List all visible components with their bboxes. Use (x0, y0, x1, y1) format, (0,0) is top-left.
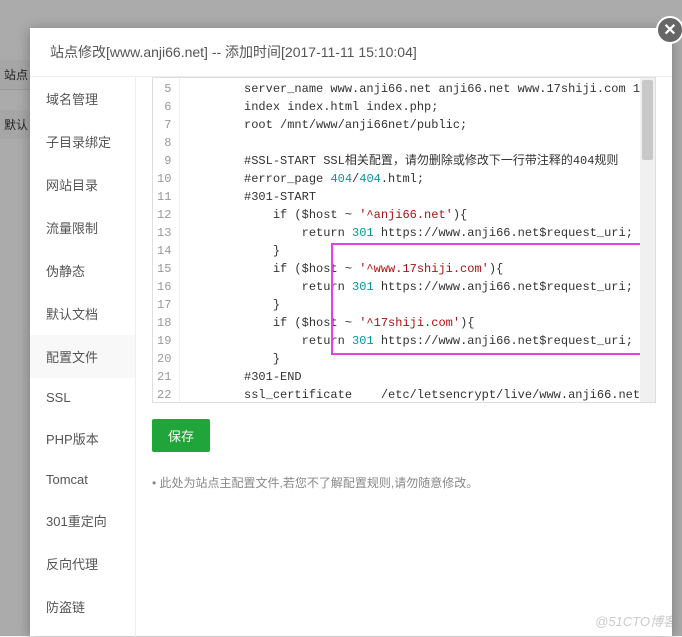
code-line[interactable]: } (186, 296, 656, 314)
config-editor[interactable]: 5678910111213141516171819202122 server_n… (152, 77, 656, 403)
sidebar-item-5[interactable]: 默认文档 (30, 292, 135, 335)
line-number: 12 (157, 206, 171, 224)
editor-scrollbar[interactable] (640, 78, 655, 402)
sidebar-item-1[interactable]: 子目录绑定 (30, 120, 135, 163)
sidebar: 域名管理子目录绑定网站目录流量限制伪静态默认文档配置文件SSLPHP版本Tomc… (30, 77, 136, 637)
close-icon: ✕ (663, 20, 676, 40)
scrollbar-thumb[interactable] (642, 80, 653, 160)
code-line[interactable]: return 301 https://www.anji66.net$reques… (186, 224, 656, 242)
code-line[interactable]: ssl_certificate /etc/letsencrypt/live/ww… (186, 386, 656, 403)
line-number: 11 (157, 188, 171, 206)
sidebar-item-8[interactable]: PHP版本 (30, 417, 135, 460)
line-number: 6 (157, 98, 171, 116)
line-number: 18 (157, 314, 171, 332)
code-line[interactable]: if ($host ~ '^17shiji.com'){ (186, 314, 656, 332)
line-number: 20 (157, 350, 171, 368)
line-number: 9 (157, 152, 171, 170)
modal-body: 域名管理子目录绑定网站目录流量限制伪静态默认文档配置文件SSLPHP版本Tomc… (30, 77, 672, 637)
code-line[interactable]: if ($host ~ '^anji66.net'){ (186, 206, 656, 224)
code-line[interactable]: return 301 https://www.anji66.net$reques… (186, 332, 656, 350)
main-panel: 5678910111213141516171819202122 server_n… (136, 77, 672, 637)
watermark: @51CTO博客 (595, 611, 676, 630)
code-area[interactable]: server_name www.anji66.net anji66.net ww… (180, 78, 656, 403)
line-number: 17 (157, 296, 171, 314)
line-number: 14 (157, 242, 171, 260)
sidebar-item-2[interactable]: 网站目录 (30, 163, 135, 206)
code-line[interactable]: return 301 https://www.anji66.net$reques… (186, 278, 656, 296)
line-number: 21 (157, 368, 171, 386)
code-line[interactable]: server_name www.anji66.net anji66.net ww… (186, 80, 656, 98)
sidebar-item-4[interactable]: 伪静态 (30, 249, 135, 292)
config-note: 此处为站点主配置文件,若您不了解配置规则,请勿随意修改。 (152, 474, 656, 491)
line-number: 22 (157, 386, 171, 403)
save-button[interactable]: 保存 (152, 419, 210, 452)
modal-title: 站点修改[www.anji66.net] -- 添加时间[2017-11-11 … (30, 28, 672, 77)
line-number: 5 (157, 80, 171, 98)
code-line[interactable]: } (186, 242, 656, 260)
code-line[interactable] (186, 134, 656, 152)
sidebar-item-9[interactable]: Tomcat (30, 460, 135, 499)
code-line[interactable]: #301-START (186, 188, 656, 206)
sidebar-item-10[interactable]: 301重定向 (30, 499, 135, 542)
code-line[interactable]: #SSL-START SSL相关配置，请勿删除或修改下一行带注释的404规则 (186, 152, 656, 170)
line-number: 7 (157, 116, 171, 134)
sidebar-item-12[interactable]: 防盗链 (30, 585, 135, 628)
line-number: 19 (157, 332, 171, 350)
code-line[interactable]: #301-END (186, 368, 656, 386)
line-number: 10 (157, 170, 171, 188)
code-line[interactable]: if ($host ~ '^www.17shiji.com'){ (186, 260, 656, 278)
line-number: 15 (157, 260, 171, 278)
line-gutter: 5678910111213141516171819202122 (153, 78, 180, 403)
sidebar-item-0[interactable]: 域名管理 (30, 77, 135, 120)
sidebar-item-7[interactable]: SSL (30, 378, 135, 417)
sidebar-item-11[interactable]: 反向代理 (30, 542, 135, 585)
sidebar-item-3[interactable]: 流量限制 (30, 206, 135, 249)
close-button[interactable]: ✕ (656, 16, 682, 44)
code-line[interactable]: index index.html index.php; (186, 98, 656, 116)
line-number: 16 (157, 278, 171, 296)
code-line[interactable]: #error_page 404/404.html; (186, 170, 656, 188)
code-line[interactable]: root /mnt/www/anji66net/public; (186, 116, 656, 134)
site-edit-modal: ✕ 站点修改[www.anji66.net] -- 添加时间[2017-11-1… (30, 28, 672, 636)
line-number: 8 (157, 134, 171, 152)
line-number: 13 (157, 224, 171, 242)
sidebar-item-6[interactable]: 配置文件 (30, 335, 135, 378)
code-line[interactable]: } (186, 350, 656, 368)
